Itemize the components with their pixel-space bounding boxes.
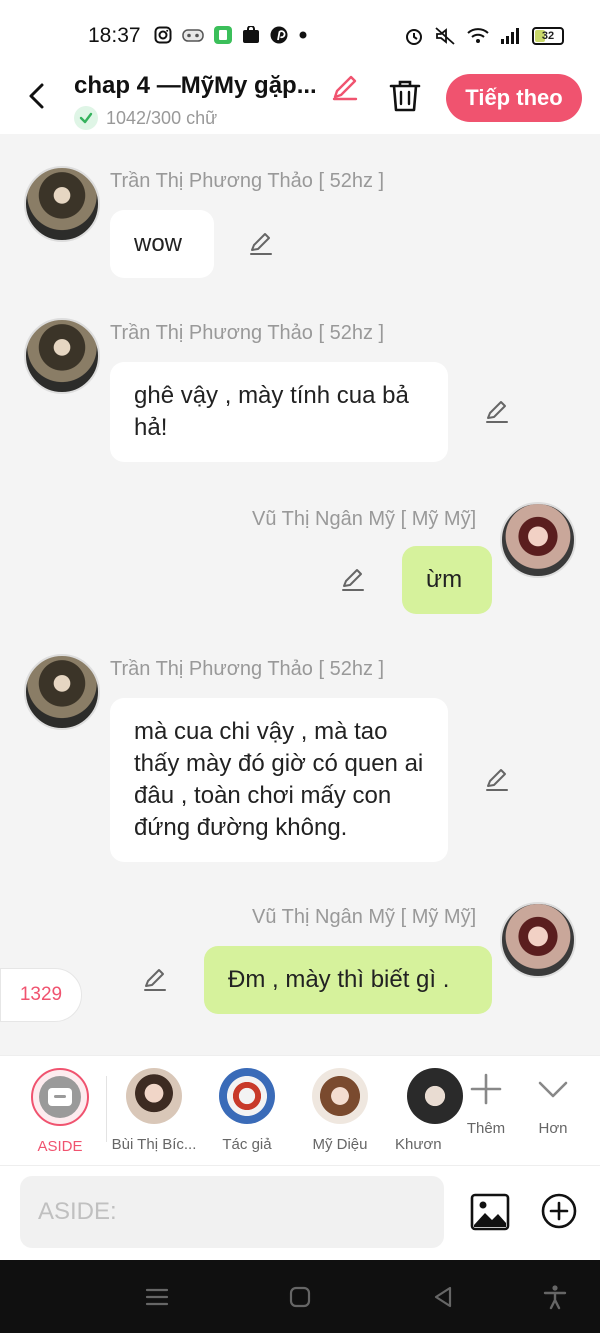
battery-icon: 32	[532, 27, 564, 45]
edit-icon[interactable]	[340, 566, 366, 592]
next-button[interactable]: Tiếp theo	[446, 74, 582, 122]
message-bubble[interactable]: Đm , mày thì biết gì .	[204, 946, 492, 1014]
editor-header: chap 4 —MỹMy gặp... 1042/300 chữ Tiếp th…	[0, 62, 600, 134]
image-icon[interactable]	[470, 1192, 510, 1232]
notification-icons	[154, 26, 308, 44]
character-label: Tác giả	[222, 1136, 272, 1153]
character-author[interactable]: Tác giả	[202, 1068, 292, 1153]
avatar[interactable]	[500, 902, 576, 978]
alarm-icon	[406, 29, 422, 45]
avatar	[219, 1068, 275, 1124]
more-button[interactable]: Hơn	[513, 1068, 593, 1137]
character-label: Khươn	[395, 1136, 442, 1153]
aside-avatar	[31, 1068, 89, 1126]
system-icons: 32	[404, 26, 564, 46]
home-icon[interactable]	[287, 1284, 313, 1310]
recents-menu-icon[interactable]	[144, 1284, 170, 1310]
system-navigation-bar	[0, 1260, 600, 1333]
edit-icon[interactable]	[142, 966, 168, 992]
character-my-dieu[interactable]: Mỹ Diệu	[295, 1068, 385, 1153]
chevron-down-icon	[538, 1081, 568, 1098]
shopping-bag-icon	[243, 26, 259, 43]
character-label: ASIDE	[37, 1138, 83, 1155]
more-label: Hơn	[538, 1120, 568, 1137]
message-bubble[interactable]: ừm	[402, 546, 492, 614]
character-label: Mỹ Diệu	[312, 1136, 368, 1153]
edit-title-icon[interactable]	[330, 72, 360, 102]
add-circle-icon[interactable]	[540, 1192, 578, 1230]
check-icon	[74, 106, 98, 130]
sender-name: Vũ Thị Ngân Mỹ [ Mỹ Mỹ]	[252, 508, 477, 530]
wifi-icon	[467, 28, 489, 43]
plus-icon	[470, 1073, 502, 1105]
avatar[interactable]	[24, 166, 100, 242]
sender-name: Trần Thị Phương Thảo [ 52hz ]	[110, 170, 385, 192]
word-count: 1042/300 chữ	[74, 106, 217, 130]
message-bubble[interactable]: wow	[110, 210, 214, 278]
avatar[interactable]	[500, 502, 576, 578]
app-icon	[214, 26, 232, 44]
aside-icon	[48, 1088, 72, 1106]
edit-icon[interactable]	[484, 398, 510, 424]
avatar[interactable]	[24, 318, 100, 394]
divider	[106, 1076, 107, 1142]
game-controller-icon	[182, 29, 204, 42]
message-bubble[interactable]: ghê vậy , mày tính cua bả hả!	[110, 362, 448, 462]
sender-name: Trần Thị Phương Thảo [ 52hz ]	[110, 322, 385, 344]
character-khuon[interactable]: Khươn	[385, 1068, 463, 1153]
back-icon[interactable]	[430, 1284, 456, 1310]
avatar	[312, 1068, 368, 1124]
edit-icon[interactable]	[248, 230, 274, 256]
message-bubble[interactable]: mà cua chi vậy , mà tao thấy mày đó giờ …	[110, 698, 448, 862]
pinterest-icon	[270, 26, 288, 44]
word-count-text: 1042/300 chữ	[106, 107, 218, 128]
status-time: 18:37	[88, 24, 141, 47]
signal-icon	[501, 28, 519, 44]
dot-icon	[299, 31, 307, 39]
avatar[interactable]	[24, 654, 100, 730]
sender-name: Trần Thị Phương Thảo [ 52hz ]	[110, 658, 385, 680]
composer	[0, 1165, 600, 1260]
battery-level: 32	[541, 30, 555, 42]
accessibility-icon[interactable]	[542, 1284, 568, 1310]
mute-icon	[435, 27, 455, 45]
character-bar: ASIDE Bùi Thị Bíc... Tác giả Mỹ Diệu Khư…	[0, 1055, 600, 1165]
sender-name: Vũ Thị Ngân Mỹ [ Mỹ Mỹ]	[252, 906, 477, 928]
chapter-title[interactable]: chap 4 —MỹMy gặp...	[74, 72, 317, 100]
character-label: Bùi Thị Bíc...	[111, 1136, 197, 1153]
character-bui[interactable]: Bùi Thị Bíc...	[108, 1068, 200, 1153]
edit-icon[interactable]	[484, 766, 510, 792]
avatar	[126, 1068, 182, 1124]
back-arrow-icon[interactable]	[24, 82, 52, 110]
message-counter-badge[interactable]: 1329	[0, 968, 82, 1022]
trash-icon[interactable]	[388, 78, 422, 114]
instagram-icon	[154, 26, 172, 44]
character-aside[interactable]: ASIDE	[15, 1068, 105, 1155]
message-input[interactable]	[20, 1176, 444, 1248]
